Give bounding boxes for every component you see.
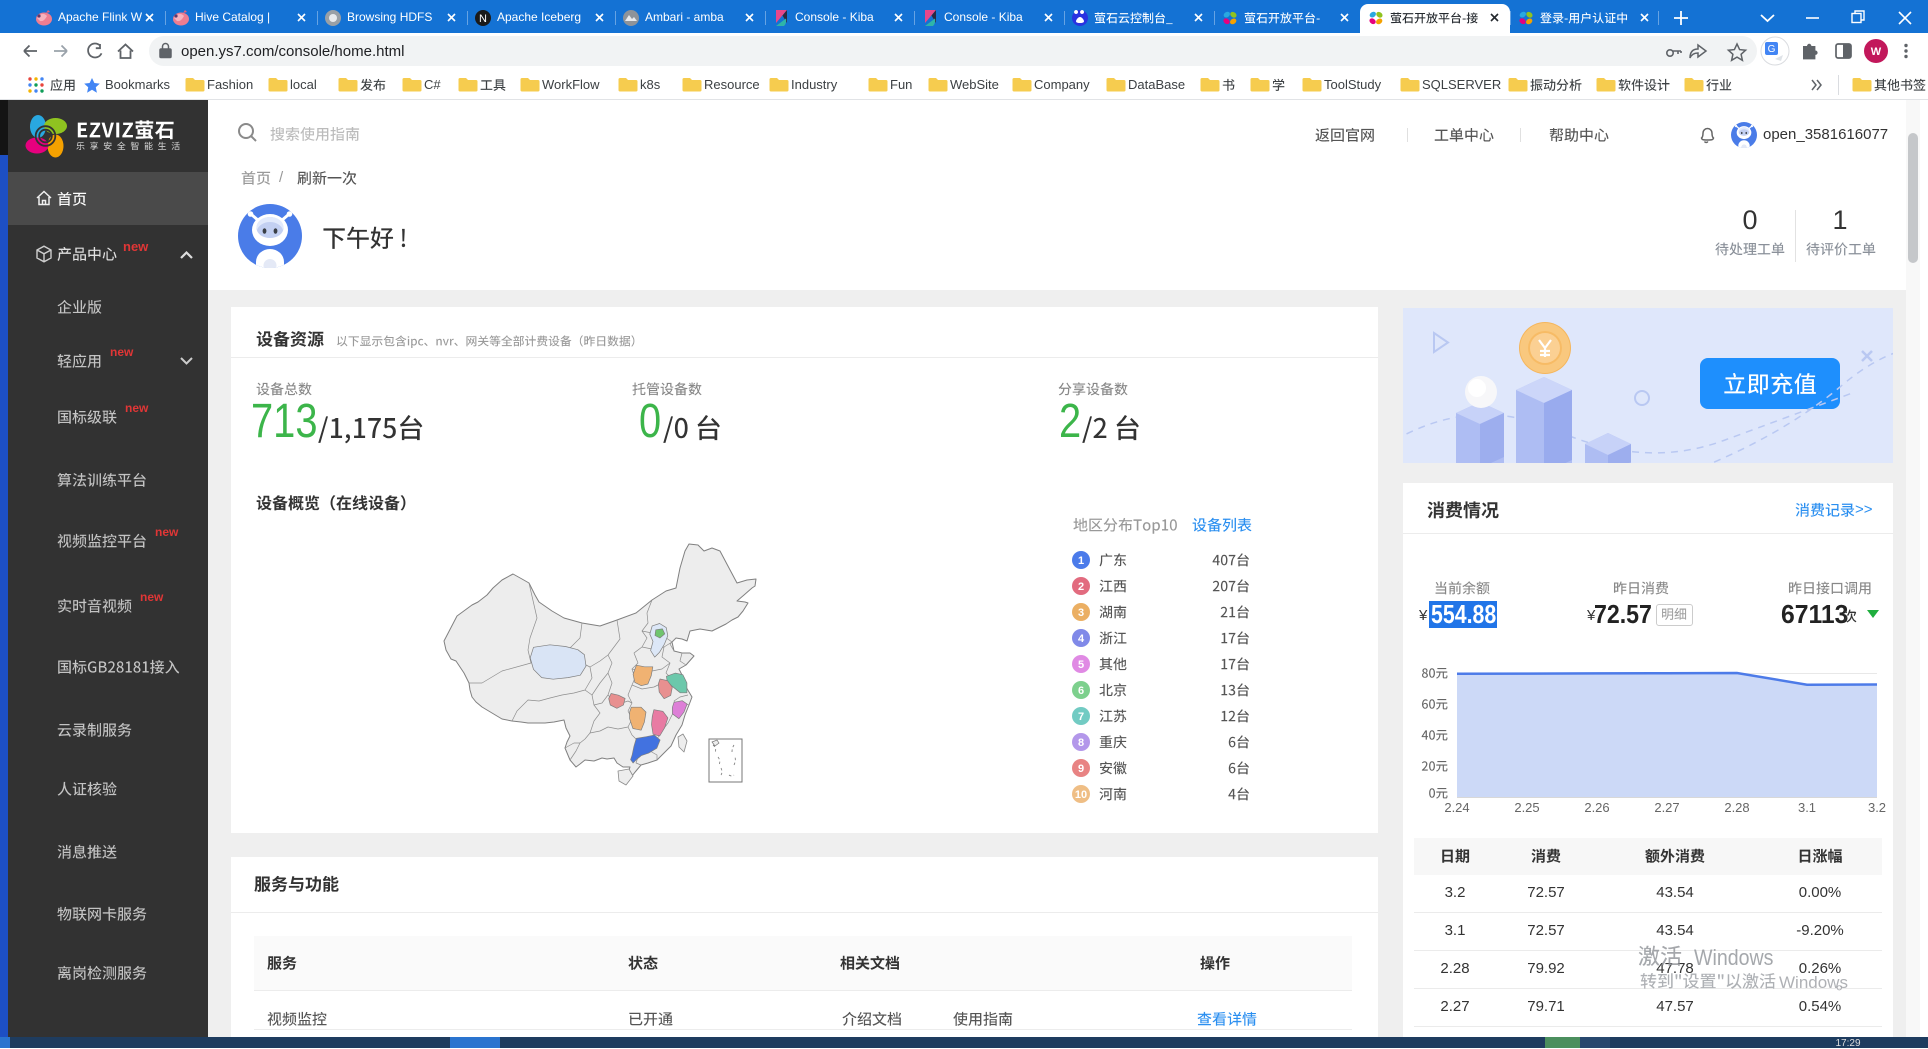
svg-text:3: 3 (1078, 607, 1084, 619)
svg-text:9: 9 (1078, 763, 1084, 775)
svg-text:7: 7 (1078, 711, 1084, 723)
svg-text:2: 2 (1078, 581, 1084, 593)
svg-text:5: 5 (1078, 659, 1084, 671)
svg-text:1: 1 (1078, 555, 1084, 567)
svg-text:10: 10 (1075, 789, 1087, 801)
svg-text:G: G (1768, 44, 1776, 55)
svg-text:W: W (1871, 46, 1882, 58)
svg-text:6: 6 (1078, 685, 1084, 697)
svg-text:N: N (479, 13, 487, 25)
svg-text:4: 4 (1078, 633, 1085, 645)
svg-text:8: 8 (1078, 737, 1084, 749)
